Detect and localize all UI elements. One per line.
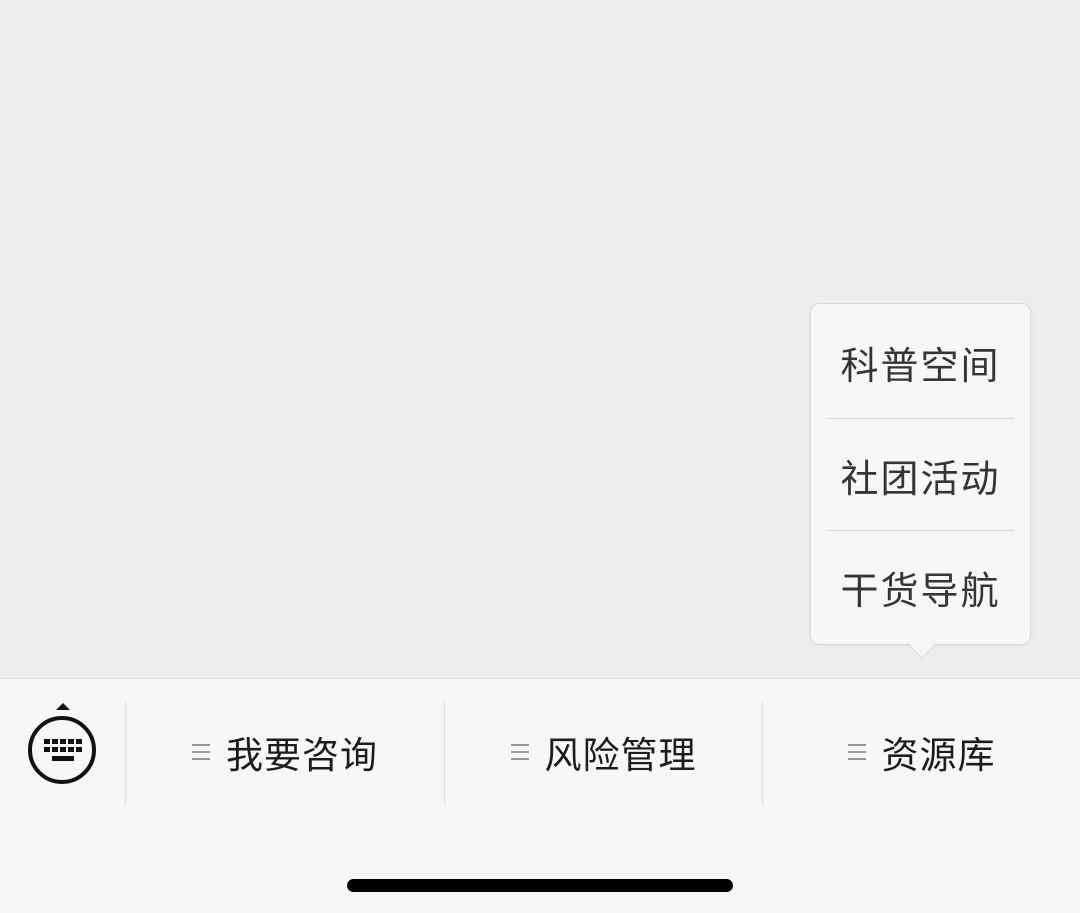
menu-lines-icon <box>510 743 529 761</box>
submenu-item-club-activities[interactable]: 社团活动 <box>811 419 1030 531</box>
menu-button-label: 风险管理 <box>544 734 697 777</box>
submenu-item-label: 干货导航 <box>840 568 1001 613</box>
menu-button-label: 资源库 <box>881 734 996 777</box>
bottom-menu-bar: 我要咨询 风险管理 资源库 <box>0 678 1080 913</box>
menu-button-label: 我要咨询 <box>226 734 378 777</box>
caret-up-icon <box>56 703 70 710</box>
submenu-item-guide-navigation[interactable]: 干货导航 <box>811 531 1030 643</box>
menu-lines-icon <box>192 743 210 761</box>
menu-button-risk-management[interactable]: 风险管理 <box>445 679 762 825</box>
menu-button-consult[interactable]: 我要咨询 <box>126 679 444 825</box>
keyboard-toggle-button[interactable] <box>0 679 125 819</box>
submenu-popup: 科普空间 社团活动 干货导航 <box>810 303 1031 659</box>
submenu-item-label: 科普空间 <box>840 343 1001 388</box>
menu-lines-icon <box>847 743 866 761</box>
home-indicator[interactable] <box>347 879 733 892</box>
menu-button-resource-library[interactable]: 资源库 <box>763 679 1080 825</box>
keyboard-icon <box>28 716 96 784</box>
submenu-item-science-space[interactable]: 科普空间 <box>811 306 1030 418</box>
submenu-item-label: 社团活动 <box>840 456 1001 501</box>
